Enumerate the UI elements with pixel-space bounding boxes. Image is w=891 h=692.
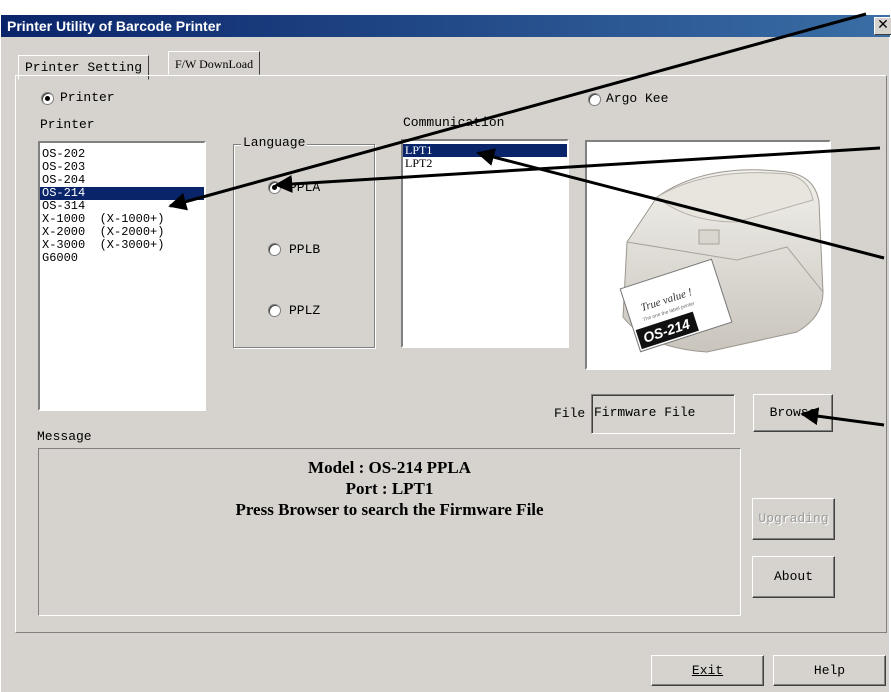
- window-title: Printer Utility of Barcode Printer: [7, 18, 221, 34]
- printer-image: True value ! The one the label printer O…: [585, 140, 831, 370]
- message-box: Model : OS-214 PPLA Port : LPT1 Press Br…: [38, 448, 741, 616]
- message-line-port: Port : LPT1: [345, 479, 434, 498]
- language-group-title: Language: [241, 135, 308, 150]
- pplz-radio[interactable]: [268, 304, 281, 317]
- printer-listbox[interactable]: OS-202 OS-203 OS-204 OS-214 OS-314 X-100…: [38, 141, 206, 411]
- pplb-radio[interactable]: [268, 243, 281, 256]
- close-icon: ✕: [877, 17, 889, 33]
- upgrading-button[interactable]: Upgrading: [752, 498, 835, 540]
- printer-illustration: True value ! The one the label printer O…: [619, 169, 824, 353]
- tab-fw-download[interactable]: F/W DownLoad: [168, 51, 261, 75]
- communication-label: Communication: [403, 115, 505, 130]
- argo-kee-label: Argo Kee: [606, 91, 669, 106]
- about-button[interactable]: About: [752, 556, 835, 598]
- file-label: File: [554, 406, 586, 421]
- printer-brand-label: Printer: [60, 90, 115, 105]
- list-item[interactable]: LPT2: [403, 157, 567, 170]
- exit-button-label: Exit: [691, 663, 724, 678]
- title-bar: Printer Utility of Barcode Printer ✕: [1, 15, 891, 37]
- file-field[interactable]: Firmware File: [591, 394, 735, 434]
- pplz-label: PPLZ: [289, 303, 321, 318]
- printer-list-label: Printer: [40, 117, 95, 132]
- about-button-label: About: [773, 569, 813, 584]
- message-line-model: Model : OS-214 PPLA: [308, 458, 471, 477]
- tab-label: F/W DownLoad: [175, 57, 254, 71]
- list-item[interactable]: G6000: [40, 252, 204, 265]
- pplb-label: PPLB: [289, 242, 321, 257]
- message-label: Message: [37, 429, 92, 444]
- exit-button[interactable]: Exit: [651, 655, 764, 686]
- help-button-label: Help: [813, 663, 846, 678]
- tab-label: Printer Setting: [25, 60, 143, 75]
- ppla-label: PPLA: [289, 180, 321, 195]
- printer-brand-radio[interactable]: [41, 92, 54, 105]
- help-button[interactable]: Help: [773, 655, 886, 686]
- browse-button[interactable]: Browse: [753, 394, 833, 432]
- file-field-value: Firmware File: [594, 405, 696, 420]
- browse-button-label: Browse: [769, 405, 817, 420]
- ppla-radio[interactable]: [268, 181, 281, 194]
- message-line-hint: Press Browser to search the Firmware Fil…: [235, 500, 544, 519]
- argo-kee-radio[interactable]: [588, 93, 601, 106]
- upgrading-button-label: Upgrading: [758, 511, 829, 526]
- communication-listbox[interactable]: LPT1 LPT2: [401, 139, 569, 348]
- close-button[interactable]: ✕: [874, 17, 891, 35]
